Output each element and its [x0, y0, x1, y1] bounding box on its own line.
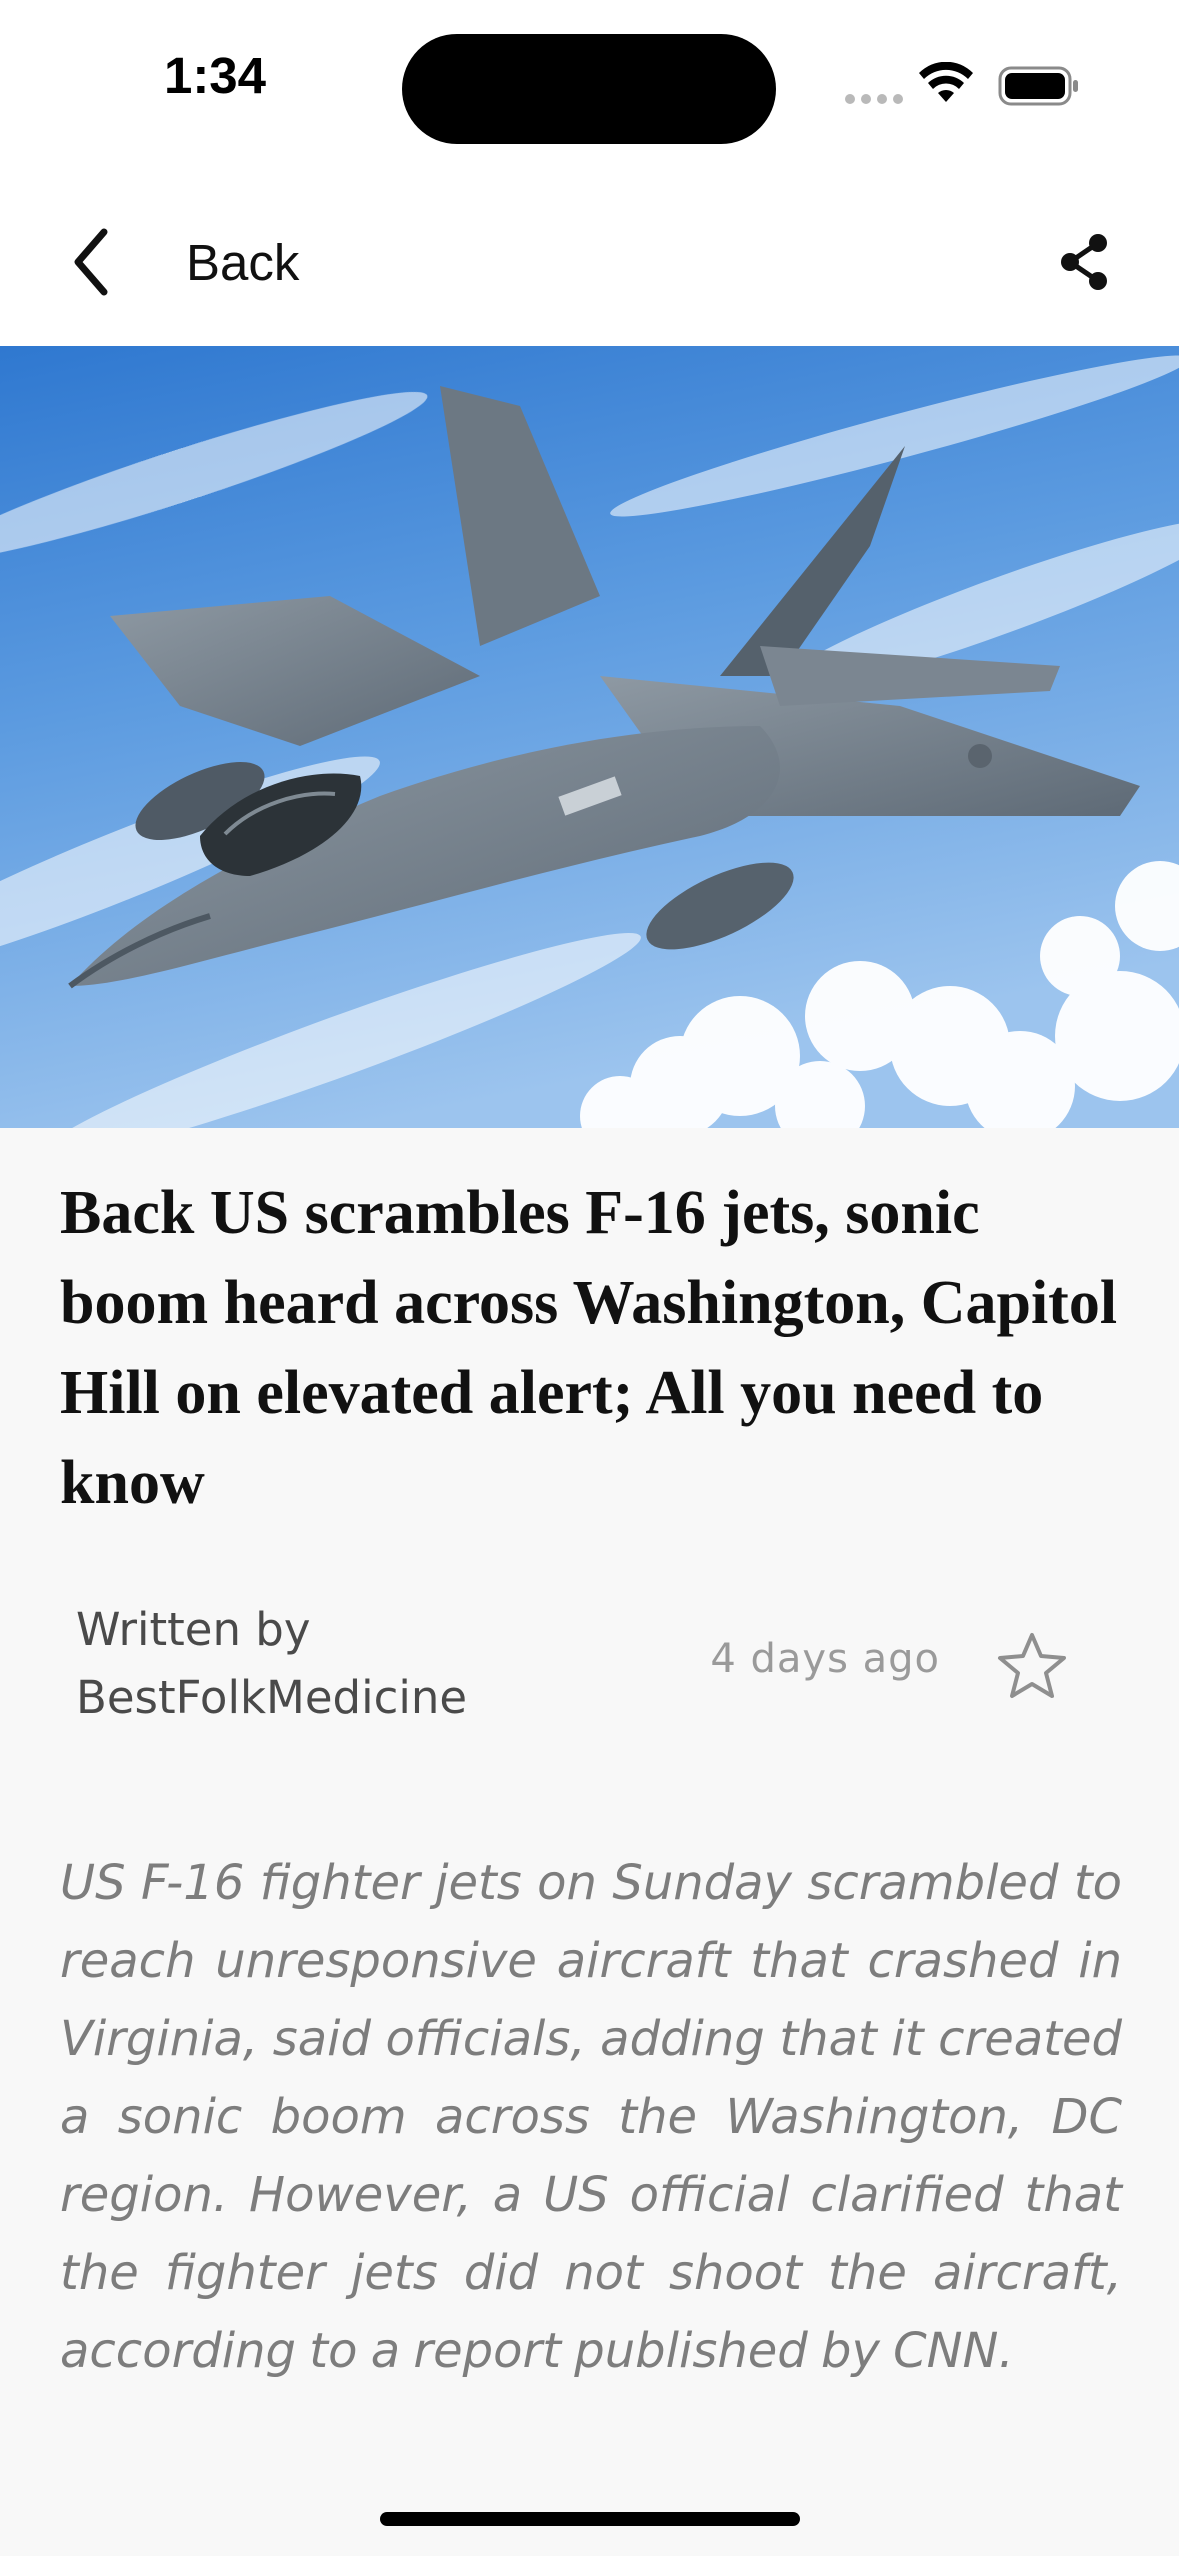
- back-button[interactable]: Back: [60, 220, 299, 304]
- author-name[interactable]: BestFolkMedicine: [76, 1664, 636, 1732]
- fighter-jet-illustration: [0, 346, 1179, 1128]
- home-indicator[interactable]: [380, 2512, 800, 2526]
- cellular-signal-icon: [845, 94, 903, 104]
- share-icon[interactable]: [1054, 230, 1114, 294]
- dynamic-island: [402, 34, 776, 144]
- wifi-icon: [919, 62, 973, 102]
- battery-icon: [998, 66, 1078, 106]
- navigation-bar: Back: [0, 176, 1179, 346]
- star-outline-icon[interactable]: [996, 1630, 1068, 1700]
- article-timestamp: 4 days ago: [710, 1636, 940, 1682]
- status-bar: 1:34: [0, 0, 1179, 176]
- byline-prefix: Written by: [76, 1603, 311, 1656]
- article-hero-image: [0, 346, 1179, 1128]
- article-byline: Written by BestFolkMedicine: [76, 1596, 636, 1732]
- back-label: Back: [186, 233, 300, 291]
- article-title: Back US scrambles F-16 jets, sonic boom …: [60, 1179, 1118, 1517]
- status-time: 1:34: [163, 47, 267, 104]
- article-summary: US F-16 fighter jets on Sunday scrambled…: [60, 1855, 1122, 2379]
- chevron-left-icon: [74, 228, 108, 296]
